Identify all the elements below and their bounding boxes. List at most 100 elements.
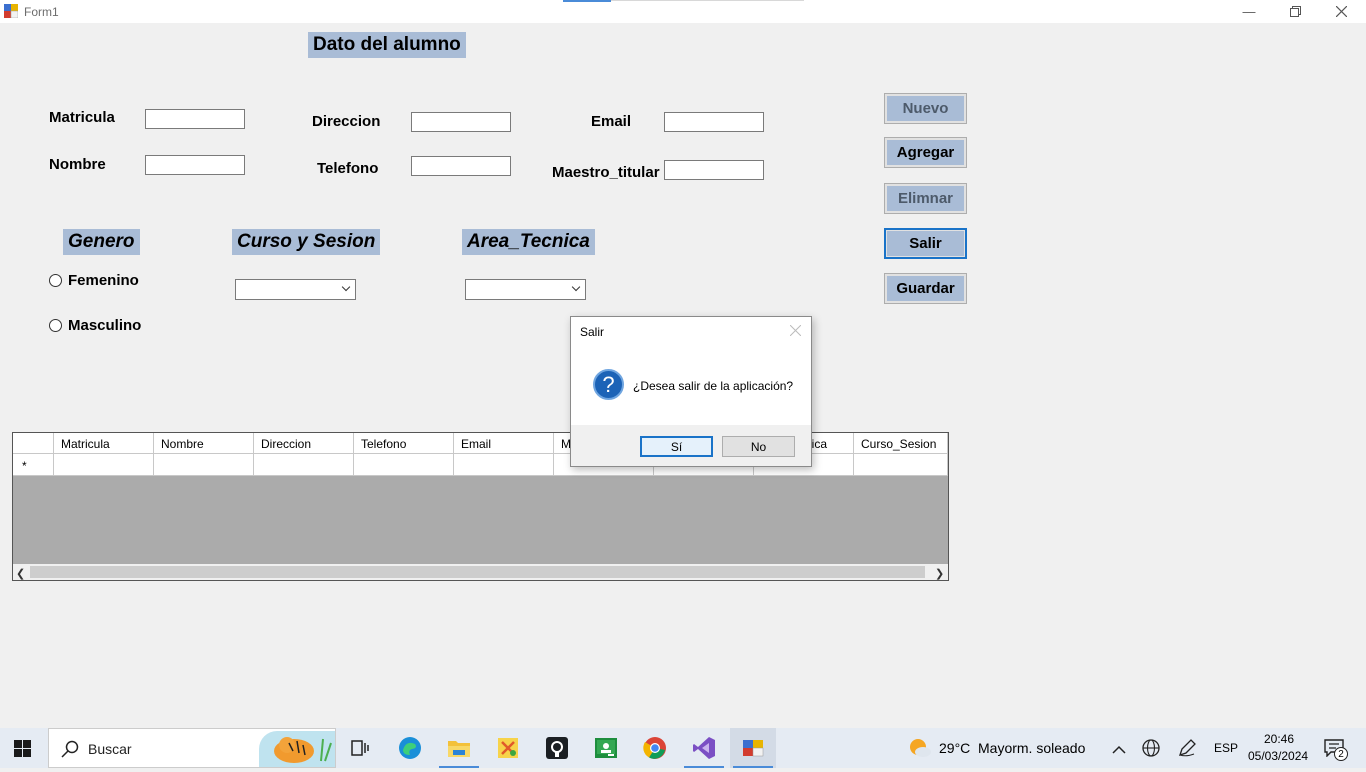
grid-cell[interactable] <box>854 454 948 476</box>
classroom-button[interactable] <box>583 728 629 768</box>
grid-cell[interactable] <box>354 454 454 476</box>
visual-studio-button[interactable] <box>681 728 727 768</box>
notification-center-button[interactable]: 2 <box>1324 739 1348 761</box>
maestro-titular-label: Maestro_titular <box>552 164 660 181</box>
weather-widget[interactable] <box>908 737 932 764</box>
winforms-app-button[interactable] <box>730 728 776 768</box>
start-button[interactable] <box>14 740 31 762</box>
maestro-titular-input[interactable] <box>664 160 764 180</box>
masculino-radio[interactable]: Masculino <box>49 317 141 334</box>
curso-sesion-combo[interactable] <box>235 279 356 300</box>
salir-button[interactable]: Salir <box>884 228 967 259</box>
github-icon <box>546 737 568 759</box>
nombre-label: Nombre <box>49 156 106 173</box>
grid-cell[interactable] <box>254 454 354 476</box>
email-input[interactable] <box>664 112 764 132</box>
app-xyz-button[interactable] <box>485 728 531 768</box>
close-button[interactable] <box>1318 0 1364 23</box>
eliminar-button[interactable]: Elimnar <box>884 183 967 214</box>
dialog-message: ¿Desea salir de la aplicación? <box>633 379 794 393</box>
pen-icon <box>1178 739 1196 757</box>
close-icon <box>789 324 802 337</box>
grid-column-header[interactable]: Telefono <box>354 433 454 454</box>
page-title: Dato del alumno <box>308 32 466 58</box>
eliminar-label: Elimnar <box>887 186 964 211</box>
chrome-icon <box>643 737 666 759</box>
genero-header: Genero <box>63 229 140 255</box>
chevron-up-icon <box>1112 745 1126 754</box>
chevron-down-icon <box>341 282 351 292</box>
pen-button[interactable] <box>1178 739 1196 762</box>
nuevo-label: Nuevo <box>887 96 964 121</box>
file-explorer-button[interactable] <box>436 728 482 768</box>
area-tecnica-header: Area_Tecnica <box>462 229 595 255</box>
clock-date[interactable]: 05/03/2024 <box>1248 749 1308 763</box>
grid-column-header[interactable]: Nombre <box>154 433 254 454</box>
edge-button[interactable] <box>387 728 433 768</box>
dialog-title: Salir <box>580 325 605 339</box>
windows-logo-icon <box>14 740 31 757</box>
curso-sesion-header: Curso y Sesion <box>232 229 381 255</box>
grid-column-header[interactable]: Matricula <box>54 433 154 454</box>
dialog-close-button[interactable] <box>789 323 802 341</box>
direccion-input[interactable] <box>411 112 511 132</box>
scrollbar-thumb[interactable] <box>30 566 925 578</box>
grid-column-header[interactable]: Email <box>454 433 554 454</box>
radio-circle-icon <box>49 319 62 332</box>
search-icon <box>61 740 79 758</box>
femenino-radio[interactable]: Femenino <box>49 272 139 289</box>
chrome-button[interactable] <box>632 728 678 768</box>
nuevo-button[interactable]: Nuevo <box>884 93 967 124</box>
clock-time[interactable]: 20:46 <box>1264 732 1294 746</box>
grid-column-header[interactable]: Curso_Sesion <box>854 433 948 454</box>
row-header-corner <box>13 433 54 454</box>
femenino-label: Femenino <box>68 272 139 289</box>
weather-sun-cloud-icon <box>910 739 931 757</box>
dialog-footer: Sí No <box>571 425 811 466</box>
masculino-label: Masculino <box>68 317 142 334</box>
matricula-input[interactable] <box>145 109 245 129</box>
email-label: Email <box>591 113 632 130</box>
network-button[interactable] <box>1142 739 1160 762</box>
grid-column-header[interactable]: Direccion <box>254 433 354 454</box>
guardar-button[interactable]: Guardar <box>884 273 967 304</box>
no-button[interactable]: No <box>722 436 795 457</box>
direccion-label: Direccion <box>312 113 381 130</box>
grid-cell[interactable] <box>154 454 254 476</box>
restore-icon <box>1289 6 1301 17</box>
grid-cell[interactable] <box>54 454 154 476</box>
window-title: Form1 <box>24 5 59 19</box>
grid-cell[interactable] <box>454 454 554 476</box>
agregar-label: Agregar <box>887 140 964 165</box>
yes-button[interactable]: Sí <box>640 436 713 457</box>
minimize-button[interactable]: — <box>1226 0 1272 23</box>
horizontal-scrollbar[interactable]: ❮ ❯ <box>13 564 948 580</box>
matricula-label: Matricula <box>49 109 115 126</box>
taskbar: Buscar 29°C Mayorm. soleado ESP 20:46 05… <box>0 728 1366 768</box>
search-highlight-image <box>259 731 335 767</box>
new-row-marker: * <box>13 454 54 476</box>
form-app-icon <box>4 4 19 19</box>
tray-overflow-button[interactable] <box>1112 742 1126 760</box>
weather-desc[interactable]: Mayorm. soleado <box>978 740 1085 756</box>
radio-circle-icon <box>49 274 62 287</box>
telefono-input[interactable] <box>411 156 511 176</box>
area-tecnica-combo[interactable] <box>465 279 586 300</box>
task-view-button[interactable] <box>337 728 383 768</box>
agregar-button[interactable]: Agregar <box>884 137 967 168</box>
taskbar-search[interactable]: Buscar <box>48 728 336 768</box>
scroll-left-icon[interactable]: ❮ <box>16 567 25 580</box>
notification-count: 2 <box>1334 747 1348 761</box>
globe-icon <box>1142 739 1160 757</box>
folder-icon <box>448 741 470 757</box>
edge-icon <box>399 737 421 759</box>
weather-temp[interactable]: 29°C <box>939 740 970 756</box>
tiger-illustration-icon <box>274 737 332 763</box>
scroll-right-icon[interactable]: ❯ <box>935 567 944 580</box>
restore-button[interactable] <box>1272 0 1318 23</box>
nombre-input[interactable] <box>145 155 245 175</box>
close-icon <box>1335 6 1347 17</box>
github-desktop-button[interactable] <box>534 728 580 768</box>
minimize-icon: — <box>1242 4 1256 19</box>
language-indicator[interactable]: ESP <box>1214 741 1238 755</box>
